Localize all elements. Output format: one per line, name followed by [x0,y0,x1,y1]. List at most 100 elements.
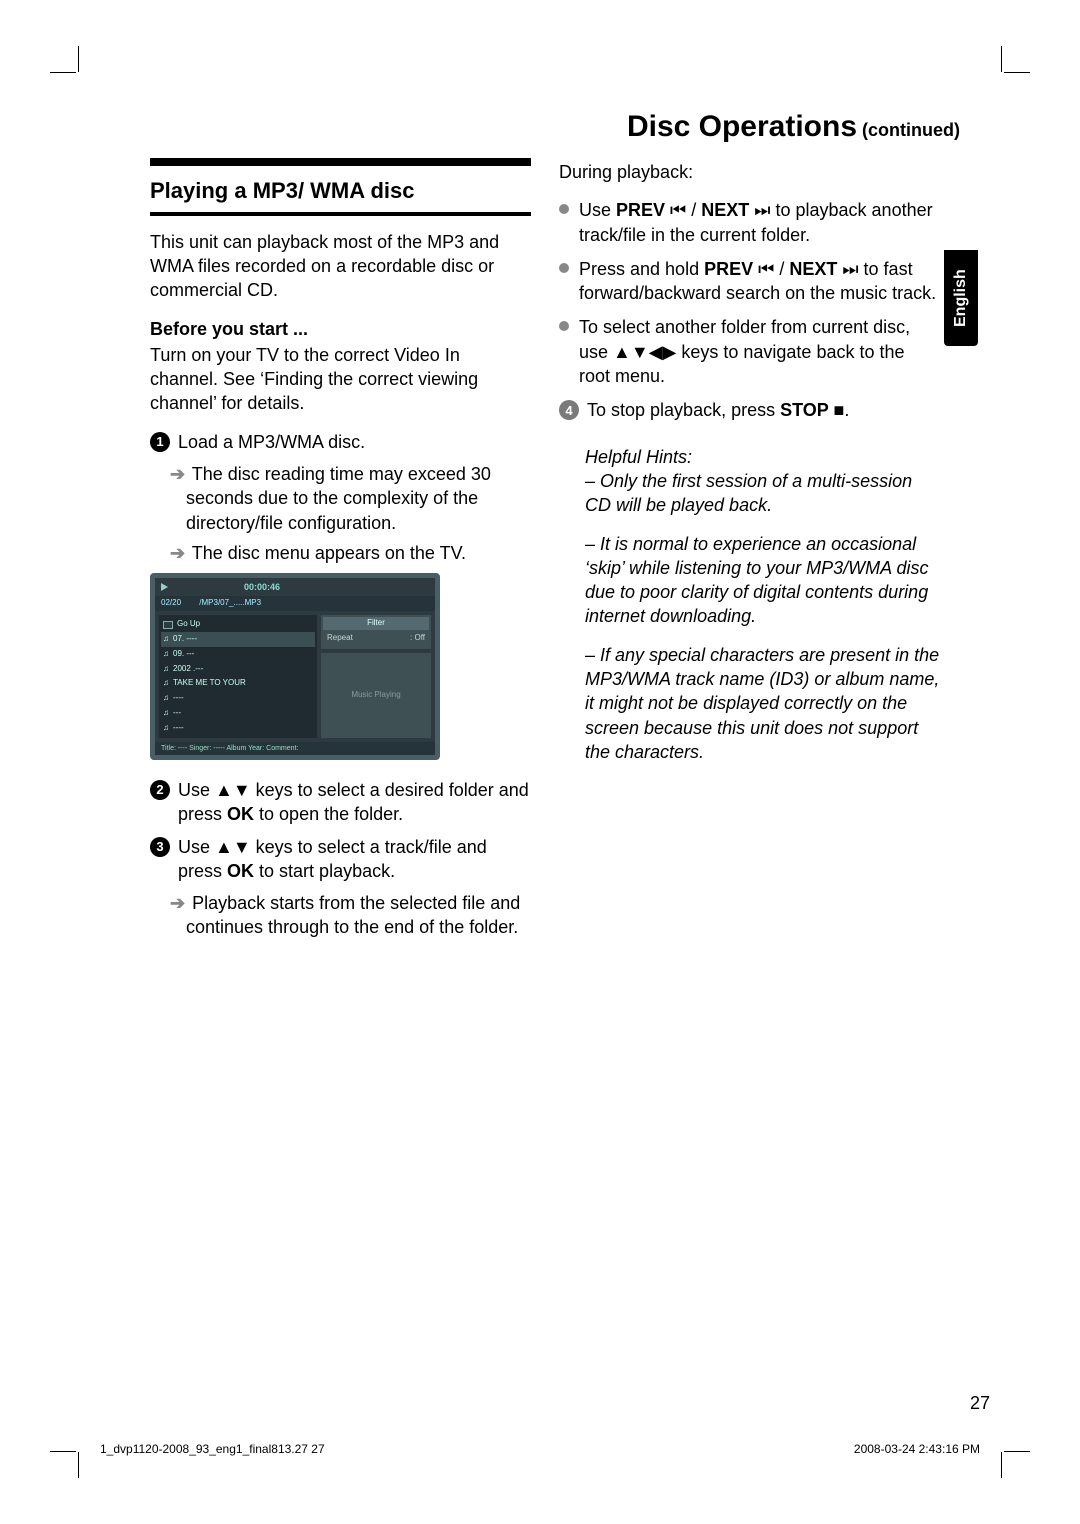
arrow-icon: ➔ [170,893,185,913]
prev-icon: ⏮ [670,200,686,220]
music-note-icon: ♫ [163,693,169,704]
tv-row-label: TAKE ME TO YOUR [173,678,246,689]
t: to open the folder. [254,804,403,824]
helpful-hints: Helpful Hints: – Only the first session … [559,445,940,765]
bullet-text: Press and hold PREV ⏮ / NEXT ⏭ to fast f… [579,257,940,306]
t: . [844,400,849,420]
tv-path-bar: 02/20 /MP3/07_.....MP3 [155,596,435,611]
language-tab: English [944,250,978,346]
t: Use [178,837,215,857]
tv-track-index: 02/20 [161,598,181,607]
prev-icon: ⏮ [758,259,774,279]
hint-2: – It is normal to experience an occasion… [585,532,940,629]
tv-row-label: 09. --- [173,649,194,660]
step-3-text: Use ▲▼ keys to select a track/file and p… [178,835,531,884]
crop-mark [1001,1452,1002,1478]
bullet-icon [559,204,569,214]
crop-mark [50,72,76,73]
tv-info-bar: Title: ---- Singer: ----- Album Year: Co… [155,742,435,755]
tv-side-panel: Filter Repeat : Off Music Playing [321,615,431,737]
page-number: 27 [970,1393,990,1414]
t: / [686,200,701,220]
prev-key: PREV [704,259,758,279]
music-note-icon: ♫ [163,634,169,645]
music-note-icon: ♫ [163,649,169,660]
prev-key: PREV [616,200,670,220]
arrow-icon: ➔ [170,464,185,484]
up-down-keys-icon: ▲▼ [215,780,251,800]
right-column: During playback: Use PREV ⏮ / NEXT ⏭ to … [559,158,940,946]
before-you-start-body: Turn on your TV to the correct Video In … [150,343,531,416]
t: To stop playback, press [587,400,780,420]
next-key: NEXT [789,259,842,279]
bullet-icon [559,263,569,273]
before-you-start-heading: Before you start ... [150,317,531,341]
tv-row: ♫ 09. --- [161,647,315,662]
tv-row: ♫ --- [161,706,315,721]
crop-mark [1004,72,1030,73]
bullet-prev-next: Use PREV ⏮ / NEXT ⏭ to playback another … [559,198,940,247]
bullet-hold-prev-next: Press and hold PREV ⏮ / NEXT ⏭ to fast f… [559,257,940,306]
section-title: Playing a MP3/ WMA disc [150,176,531,206]
bullet-icon [559,321,569,331]
tv-row-selected: ♫ 07. ---- [161,632,315,647]
tv-row: ♫ ---- [161,691,315,706]
step-3-result-text: Playback starts from the selected file a… [186,893,520,937]
tv-repeat-row: Repeat : Off [323,630,429,647]
tv-row: ♫ TAKE ME TO YOUR [161,676,315,691]
step-1: 1 Load a MP3/WMA disc. [150,430,531,454]
step-4-text: To stop playback, press STOP ■. [587,398,940,422]
tv-music-playing-panel: Music Playing [321,653,431,738]
tv-file-list: Go Up ♫ 07. ---- ♫ 09. --- ♫ 2002 .--- ♫ TAK… [159,615,317,737]
next-key: NEXT [701,200,754,220]
t: Use [579,200,616,220]
step-3: 3 Use ▲▼ keys to select a track/file and… [150,835,531,884]
music-note-icon: ♫ [163,678,169,689]
music-note-icon: ♫ [163,723,169,734]
step-1-text: Load a MP3/WMA disc. [178,430,531,454]
tv-repeat-label: Repeat [327,633,353,644]
footer-timestamp: 2008-03-24 2:43:16 PM [854,1442,980,1456]
play-icon [161,583,168,591]
step-number-2: 2 [150,780,170,800]
t: Press and hold [579,259,704,279]
step-2-text: Use ▲▼ keys to select a desired folder a… [178,778,531,827]
step-1-result-a: ➔ The disc reading time may exceed 30 se… [150,462,531,535]
tv-row: ♫ 2002 .--- [161,662,315,677]
tv-row: ♫---- [161,721,315,736]
crop-mark [1001,46,1002,72]
crop-mark [78,46,79,72]
step-3-result: ➔ Playback starts from the selected file… [150,891,531,940]
music-note-icon: ♫ [163,708,169,719]
tv-row-label: --- [173,708,181,719]
left-column: Playing a MP3/ WMA disc This unit can pl… [150,158,531,946]
tv-filter-header: Filter [323,617,429,630]
folder-up-icon [163,621,173,629]
tv-filter-panel: Filter Repeat : Off [321,615,431,649]
t: / [774,259,789,279]
next-icon: ⏭ [754,200,770,220]
step-number-1: 1 [150,432,170,452]
tv-row-label: Go Up [177,619,200,630]
section-rule [150,158,531,166]
music-note-icon: ♫ [163,664,169,675]
intro-paragraph: This unit can playback most of the MP3 a… [150,230,531,303]
step-1-result-b: ➔ The disc menu appears on the TV. [150,541,531,565]
footer-filename: 1_dvp1120-2008_93_eng1_final813.27 27 [100,1442,325,1456]
t: to start playback. [254,861,395,881]
step-1-result-a-text: The disc reading time may exceed 30 seco… [186,464,491,533]
tv-row-label: ---- [173,693,184,704]
ok-key: OK [227,804,254,824]
tv-row-go-up: Go Up [161,617,315,632]
tv-row-label: 07. ---- [173,634,197,645]
bullet-text: Use PREV ⏮ / NEXT ⏭ to playback another … [579,198,940,247]
step-1-result-b-text: The disc menu appears on the TV. [192,543,466,563]
nav-keys-icon: ▲▼◀▶ [613,342,676,362]
step-2: 2 Use ▲▼ keys to select a desired folder… [150,778,531,827]
tv-row-label: 2002 .--- [173,664,203,675]
t: Use [178,780,215,800]
tv-elapsed-time: 00:00:46 [244,581,280,593]
arrow-icon: ➔ [170,543,185,563]
stop-key: STOP [780,400,833,420]
next-icon: ⏭ [842,259,858,279]
